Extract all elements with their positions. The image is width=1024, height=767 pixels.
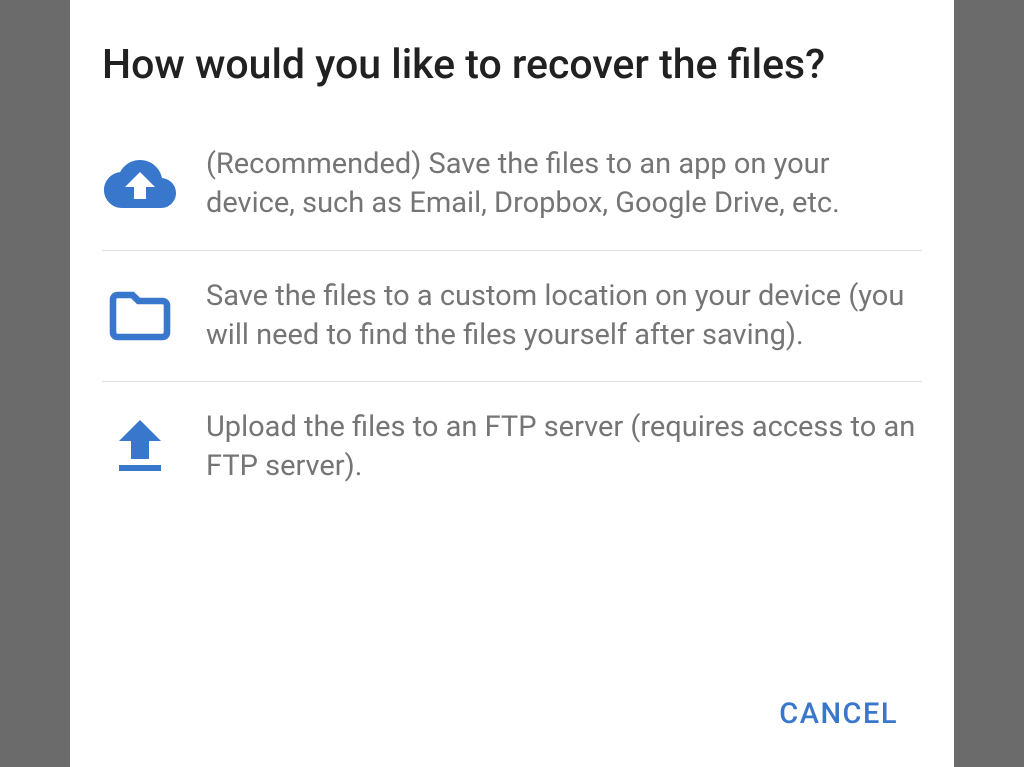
option-text: Save the files to a custom location on y… (206, 277, 922, 355)
upload-icon (102, 411, 178, 483)
recovery-dialog: How would you like to recover the files?… (70, 0, 954, 767)
options-list: (Recommended) Save the files to an app o… (70, 119, 954, 659)
option-text: Upload the files to an FTP server (requi… (206, 408, 922, 486)
cancel-button[interactable]: CANCEL (763, 689, 914, 739)
folder-icon (102, 280, 178, 352)
dialog-actions: CANCEL (70, 659, 954, 767)
option-text: (Recommended) Save the files to an app o… (206, 145, 922, 223)
cloud-upload-icon (102, 148, 178, 220)
option-save-to-app[interactable]: (Recommended) Save the files to an app o… (102, 119, 922, 250)
option-save-custom-location[interactable]: Save the files to a custom location on y… (102, 251, 922, 382)
option-upload-ftp[interactable]: Upload the files to an FTP server (requi… (102, 382, 922, 512)
dialog-title: How would you like to recover the files? (70, 40, 954, 119)
